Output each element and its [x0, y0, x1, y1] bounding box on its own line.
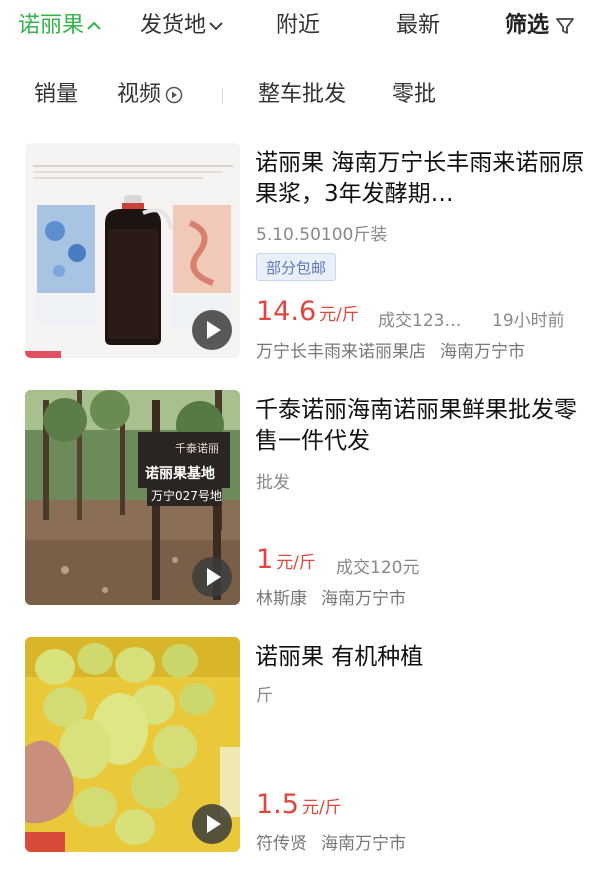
product-card[interactable]: 诺丽果 有机种植 斤 1.5 元/斤 符传贤 海南万宁市 — [0, 637, 600, 857]
play-video-icon[interactable] — [192, 310, 232, 350]
sub-filter-wholesale[interactable]: 整车批发 — [258, 78, 346, 112]
price-unit: 元/斤 — [301, 798, 342, 818]
product-card[interactable]: 诺丽果 海南万宁长丰雨来诺丽原果浆，3年发酵期… 5.10.50100斤装 部分… — [0, 140, 600, 370]
chevron-up-icon — [87, 21, 101, 30]
product-title[interactable]: 诺丽果 有机种植 — [255, 642, 585, 673]
sub-filter-bar: 销量 视频 整车批发 零批 — [0, 70, 600, 120]
sign-main: 诺丽果基地 — [145, 465, 215, 482]
seller-info[interactable]: 林斯康 海南万宁市 — [256, 584, 406, 609]
tab-nearby[interactable]: 附近 — [276, 9, 320, 43]
product-thumbnail[interactable] — [25, 637, 240, 852]
seller-info[interactable]: 符传贤 海南万宁市 — [256, 829, 406, 854]
seller-name: 万宁长丰雨来诺丽果店 — [256, 342, 426, 362]
product-spec: 斤 — [256, 686, 273, 706]
product-price: 14.6 元/斤 — [256, 296, 359, 327]
sign-sub: 万宁027号地 — [151, 488, 222, 503]
sub-filter-sales-label: 销量 — [34, 82, 79, 107]
price-unit: 元/斤 — [276, 553, 316, 573]
sub-filter-retail[interactable]: 零批 — [392, 78, 436, 112]
tab-nearby-label: 附近 — [276, 13, 321, 38]
play-video-icon[interactable] — [192, 804, 232, 844]
sub-filter-retail-label: 零批 — [392, 82, 437, 107]
price-unit: 元/斤 — [319, 305, 359, 325]
sign-brand: 千泰诺丽 — [175, 441, 219, 455]
price-value: 1.5 — [256, 789, 299, 820]
filter-icon — [556, 18, 574, 34]
seller-location: 海南万宁市 — [440, 342, 525, 362]
product-title[interactable]: 千泰诺丽海南诺丽果鲜果批发零售一件代发 — [255, 395, 585, 457]
product-thumbnail[interactable]: 千泰诺丽 诺丽果基地 万宁027号地 — [25, 390, 240, 605]
sub-filter-sales[interactable]: 销量 — [34, 78, 78, 112]
product-spec: 5.10.50100斤装 — [256, 225, 388, 245]
tab-filter[interactable]: 筛选 — [505, 9, 575, 43]
product-card[interactable]: 千泰诺丽 诺丽果基地 万宁027号地 千泰诺丽海南诺丽果鲜果批发零售一件代发 批… — [0, 390, 600, 610]
post-time: 19小时前 — [492, 311, 565, 331]
free-shipping-badge: 部分包邮 — [256, 253, 337, 281]
tab-latest[interactable]: 最新 — [396, 9, 440, 43]
tab-latest-label: 最新 — [396, 13, 441, 38]
sub-filter-video-label: 视频 — [117, 82, 162, 107]
tab-ship-from[interactable]: 发货地 — [140, 9, 223, 43]
sub-filter-video[interactable]: 视频 — [117, 78, 183, 112]
price-value: 14.6 — [256, 296, 317, 327]
product-price: 1 元/斤 — [256, 544, 316, 575]
product-title[interactable]: 诺丽果 海南万宁长丰雨来诺丽原果浆，3年发酵期… — [255, 148, 585, 210]
tab-keyword[interactable]: 诺丽果 — [18, 9, 101, 43]
product-spec: 批发 — [256, 473, 290, 493]
deal-amount: 成交120元 — [336, 558, 420, 578]
deal-amount: 成交123… — [378, 311, 462, 331]
price-value: 1 — [256, 544, 274, 575]
tab-filter-label: 筛选 — [505, 13, 550, 38]
sub-filter-wholesale-label: 整车批发 — [258, 82, 347, 107]
filter-bar: 诺丽果 发货地 附近 最新 筛选 — [0, 0, 600, 56]
play-circle-icon — [165, 86, 183, 104]
product-thumbnail[interactable] — [25, 143, 240, 358]
product-price: 1.5 元/斤 — [256, 789, 342, 820]
play-video-icon[interactable] — [192, 557, 232, 597]
seller-name: 林斯康 — [256, 589, 307, 609]
tab-keyword-label: 诺丽果 — [18, 13, 85, 38]
seller-name: 符传贤 — [256, 834, 307, 854]
tab-ship-from-label: 发货地 — [140, 13, 207, 38]
seller-location: 海南万宁市 — [321, 589, 406, 609]
divider — [222, 88, 223, 104]
seller-location: 海南万宁市 — [321, 834, 406, 854]
chevron-down-icon — [209, 22, 223, 31]
seller-info[interactable]: 万宁长丰雨来诺丽果店 海南万宁市 — [256, 337, 525, 362]
